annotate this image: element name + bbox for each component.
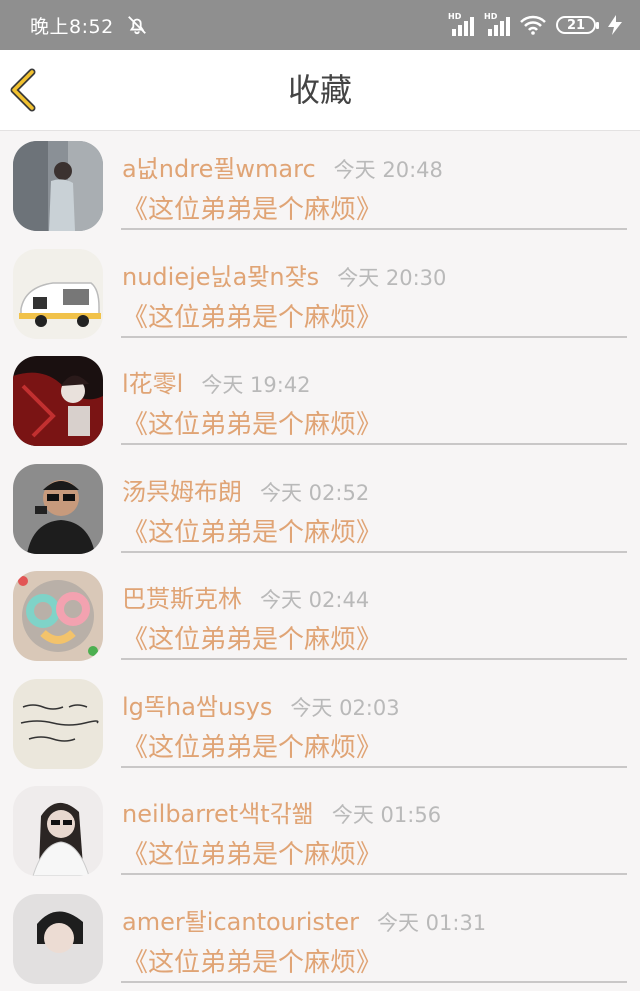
divider bbox=[121, 658, 627, 660]
book-title[interactable]: 《这位弟弟是个麻烦》 bbox=[122, 727, 382, 764]
favorite-user: amer퇄icantourister 今天 01:31 bbox=[122, 902, 486, 937]
favorite-item[interactable]: a넚ndre퓔wmarc 今天 20:48 《这位弟弟是个麻烦》 bbox=[0, 131, 640, 239]
username: 巴贳斯克林 bbox=[122, 585, 242, 613]
cell-signal-icon-1: HD bbox=[448, 14, 474, 36]
avatar bbox=[13, 141, 103, 231]
favorite-item[interactable]: amer퇄icantourister 今天 01:31 《这位弟弟是个麻烦》 bbox=[0, 884, 640, 991]
avatar bbox=[13, 249, 103, 339]
favorite-user: lg똑ha쌈usys 今天 02:03 bbox=[122, 687, 400, 722]
avatar bbox=[13, 464, 103, 554]
username: 汤昗姆布朗 bbox=[122, 478, 242, 506]
divider bbox=[121, 873, 627, 875]
favorite-user: nudieje닔a뫚n쟞s 今天 20:30 bbox=[122, 257, 446, 292]
top-app-bar: 收藏 bbox=[0, 50, 640, 131]
username: lg똑ha쌈usys bbox=[122, 693, 272, 721]
book-title[interactable]: 《这位弟弟是个麻烦》 bbox=[122, 404, 382, 441]
favorites-list: a넚ndre퓔wmarc 今天 20:48 《这位弟弟是个麻烦》 nudieje닔… bbox=[0, 131, 640, 991]
book-title[interactable]: 《这位弟弟是个麻烦》 bbox=[122, 619, 382, 656]
divider bbox=[121, 443, 627, 445]
timestamp: 今天 01:56 bbox=[332, 803, 441, 827]
timestamp: 今天 02:44 bbox=[260, 588, 369, 612]
divider bbox=[121, 336, 627, 338]
status-time: 晚上8:52 bbox=[30, 12, 114, 39]
favorite-item[interactable]: 巴贳斯克林今天 02:44 《这位弟弟是个麻烦》 bbox=[0, 561, 640, 669]
favorite-user: l花零l 今天 19:42 bbox=[122, 364, 311, 399]
avatar bbox=[13, 786, 103, 876]
username: amer퇄icantourister bbox=[122, 908, 359, 936]
timestamp: 今天 02:52 bbox=[260, 481, 369, 505]
cell-signal-icon-2: HD bbox=[484, 14, 510, 36]
favorite-user: a넚ndre퓔wmarc 今天 20:48 bbox=[122, 149, 443, 184]
favorite-item[interactable]: 汤昗姆布朗今天 02:52 《这位弟弟是个麻烦》 bbox=[0, 454, 640, 562]
username: l花零l bbox=[122, 370, 183, 398]
avatar bbox=[13, 679, 103, 769]
username: a넚ndre퓔wmarc bbox=[122, 155, 316, 183]
username: nudieje닔a뫚n쟞s bbox=[122, 263, 319, 291]
favorite-user: 巴贳斯克林今天 02:44 bbox=[122, 579, 369, 614]
divider bbox=[121, 228, 627, 230]
divider bbox=[121, 981, 627, 983]
favorite-item[interactable]: lg똑ha쌈usys 今天 02:03 《这位弟弟是个麻烦》 bbox=[0, 669, 640, 777]
divider bbox=[121, 766, 627, 768]
timestamp: 今天 20:30 bbox=[337, 266, 446, 290]
wifi-icon bbox=[520, 15, 546, 35]
divider bbox=[121, 551, 627, 553]
avatar bbox=[13, 356, 103, 446]
avatar bbox=[13, 571, 103, 661]
favorite-item[interactable]: neilbarret색t갂쐚 今天 01:56 《这位弟弟是个麻烦》 bbox=[0, 776, 640, 884]
charging-bolt-icon bbox=[606, 14, 624, 36]
favorite-user: 汤昗姆布朗今天 02:52 bbox=[122, 472, 369, 507]
book-title[interactable]: 《这位弟弟是个麻烦》 bbox=[122, 189, 382, 226]
book-title[interactable]: 《这位弟弟是个麻烦》 bbox=[122, 512, 382, 549]
timestamp: 今天 20:48 bbox=[334, 158, 443, 182]
mute-bell-icon bbox=[126, 14, 148, 36]
avatar bbox=[13, 894, 103, 984]
book-title[interactable]: 《这位弟弟是个麻烦》 bbox=[122, 834, 382, 871]
status-bar: 晚上8:52 HD HD bbox=[0, 0, 640, 50]
favorite-item[interactable]: l花零l 今天 19:42 《这位弟弟是个麻烦》 bbox=[0, 346, 640, 454]
timestamp: 今天 01:31 bbox=[377, 911, 486, 935]
book-title[interactable]: 《这位弟弟是个麻烦》 bbox=[122, 297, 382, 334]
book-title[interactable]: 《这位弟弟是个麻烦》 bbox=[122, 942, 382, 979]
timestamp: 今天 19:42 bbox=[201, 373, 310, 397]
favorite-user: neilbarret색t갂쐚 今天 01:56 bbox=[122, 794, 441, 829]
favorite-item[interactable]: nudieje닔a뫚n쟞s 今天 20:30 《这位弟弟是个麻烦》 bbox=[0, 239, 640, 347]
timestamp: 今天 02:03 bbox=[290, 696, 399, 720]
battery-indicator: 21 bbox=[556, 16, 596, 34]
username: neilbarret색t갂쐚 bbox=[122, 800, 314, 828]
page-title: 收藏 bbox=[0, 50, 640, 130]
